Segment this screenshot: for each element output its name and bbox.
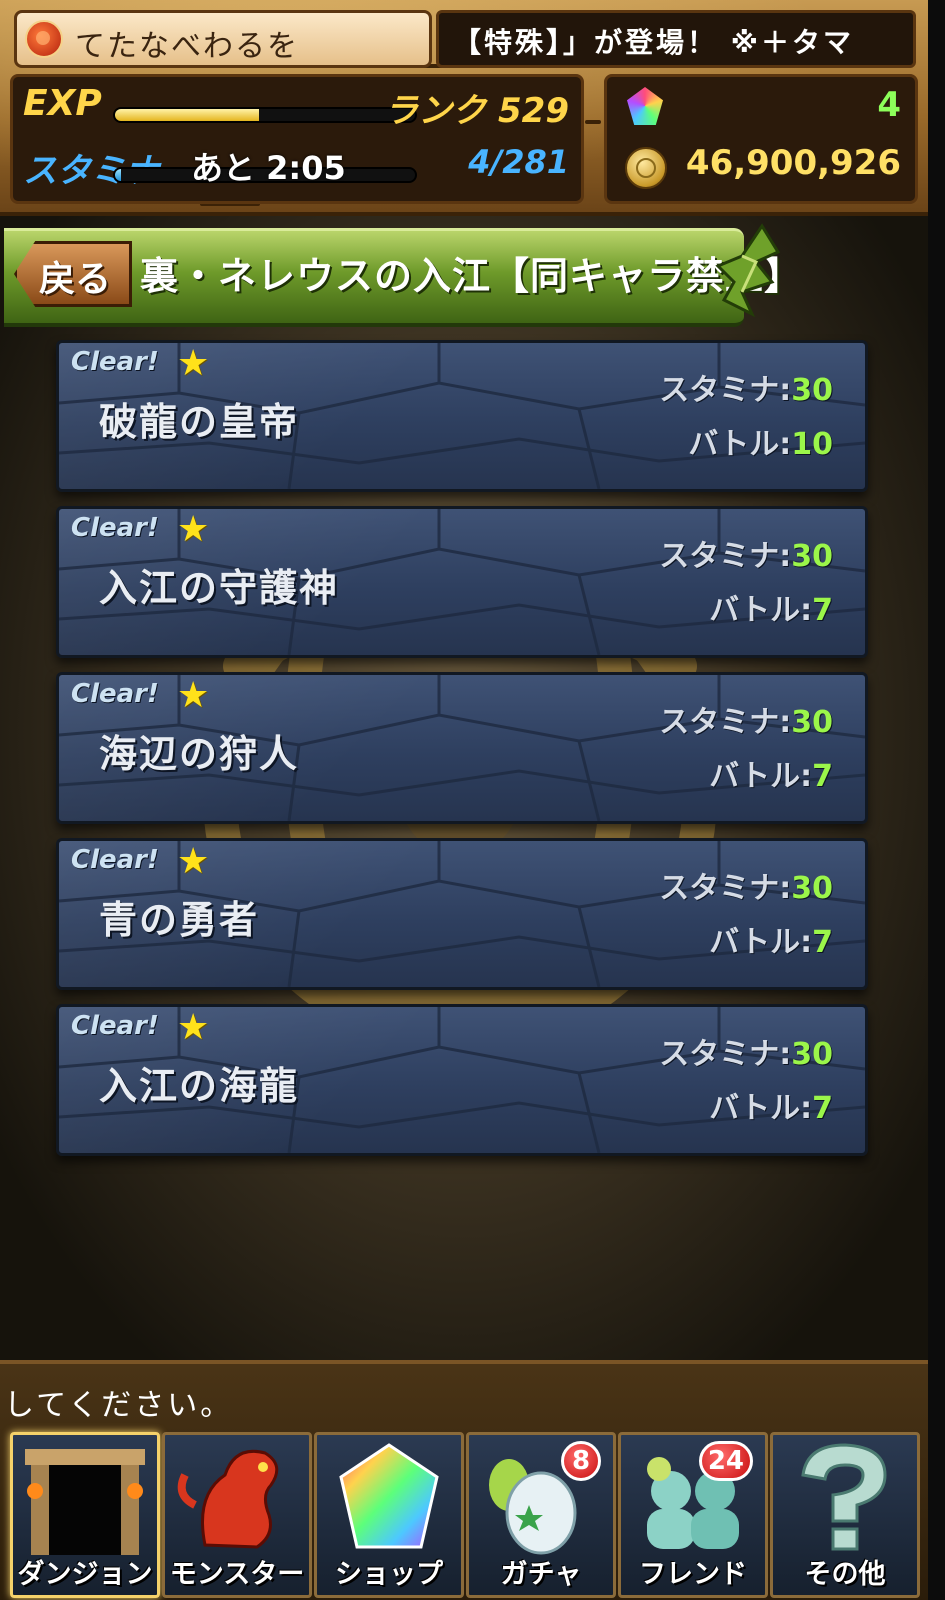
nav-dungeon-button[interactable]: ダンジョン xyxy=(10,1432,160,1598)
player-name-bar[interactable]: てたなべわるを xyxy=(14,10,432,68)
stamina-cost-label: スタミナ: xyxy=(659,539,792,574)
nav-gacha-label: ガチャ xyxy=(500,1559,582,1590)
battle-count-label: バトル: xyxy=(709,925,813,960)
stamina-cost-value: 30 xyxy=(791,373,833,408)
floor-battles: バトル:7 xyxy=(709,751,833,795)
friend-badge: 24 xyxy=(698,1441,753,1481)
frame-crack xyxy=(585,120,601,124)
clear-star-icon: ★ xyxy=(177,841,210,882)
currency-panel: 4 46,900,926 xyxy=(604,74,918,204)
back-button[interactable]: 戻る xyxy=(14,241,132,307)
floor-stamina: スタミナ:30 xyxy=(659,697,833,741)
nav-other-button[interactable]: その他 xyxy=(770,1432,920,1598)
floor-stamina: スタミナ:30 xyxy=(659,1029,833,1073)
battle-count-value: 7 xyxy=(812,759,833,794)
stamina-cost-label: スタミナ: xyxy=(659,1037,792,1072)
nav-other-label: その他 xyxy=(804,1559,886,1590)
stamina-cost-label: スタミナ: xyxy=(659,871,792,906)
floor-battles: バトル:7 xyxy=(709,1083,833,1127)
floor-card[interactable]: Clear! ★ 青の勇者 スタミナ:30 バトル:7 xyxy=(56,838,868,990)
back-button-label: 戻る xyxy=(39,259,112,300)
floor-card[interactable]: Clear! ★ 海辺の狩人 スタミナ:30 バトル:7 xyxy=(56,672,868,824)
stamina-cost-value: 30 xyxy=(791,705,833,740)
gacha-badge: 8 xyxy=(561,1441,601,1481)
battle-count-value: 7 xyxy=(812,1091,833,1126)
rank-label: ランク 529 xyxy=(384,91,569,131)
nav-gacha-button[interactable]: 8 ガチャ xyxy=(466,1432,616,1598)
news-ticker[interactable]: 【特殊】」が登場！ ※＋タマ xyxy=(436,10,916,68)
floor-name: 入江の守護神 xyxy=(99,566,340,610)
floor-stamina: スタミナ:30 xyxy=(659,365,833,409)
floor-card[interactable]: Clear! ★ 入江の守護神 スタミナ:30 バトル:7 xyxy=(56,506,868,658)
coin-icon xyxy=(625,147,667,189)
stamina-cost-label: スタミナ: xyxy=(659,705,792,740)
rainbow-stone-icon xyxy=(339,1443,439,1549)
coin-count: 46,900,926 xyxy=(685,143,901,183)
player-name: てたなべわるを xyxy=(75,29,299,64)
clear-label: Clear! xyxy=(71,845,159,875)
nav-friend-button[interactable]: 24 フレンド xyxy=(618,1432,768,1598)
floor-battles: バトル:10 xyxy=(688,419,833,463)
floor-card[interactable]: Clear! ★ 入江の海龍 スタミナ:30 バトル:7 xyxy=(56,1004,868,1156)
dungeon-title: 裏・ネレウスの入江【同キャラ禁止】 xyxy=(140,254,804,298)
exp-bar xyxy=(113,107,417,123)
battle-count-label: バトル: xyxy=(709,759,813,794)
nav-shop-button[interactable]: ショップ xyxy=(314,1432,464,1598)
clear-label: Clear! xyxy=(71,347,159,377)
magic-stone-icon xyxy=(627,87,663,125)
stamina-cost-value: 30 xyxy=(791,871,833,906)
clear-label: Clear! xyxy=(71,679,159,709)
floor-card[interactable]: Clear! ★ 破龍の皇帝 スタミナ:30 バトル:10 xyxy=(56,340,868,492)
stamina-cost-value: 30 xyxy=(791,1037,833,1072)
game-screen: てたなべわるを 【特殊】」が登場！ ※＋タマ EXP ランク 529 スタミナ … xyxy=(0,0,928,1600)
leader-monster-icon xyxy=(25,20,63,58)
floor-battles: バトル:7 xyxy=(709,585,833,629)
bottom-message: してください。 xyxy=(4,1388,234,1423)
floor-battles: バトル:7 xyxy=(709,917,833,961)
screen-edge xyxy=(928,0,945,1600)
nav-monster-button[interactable]: モンスター xyxy=(162,1432,312,1598)
nav-shop-label: ショップ xyxy=(335,1559,443,1590)
stamina-cost-label: スタミナ: xyxy=(659,373,792,408)
nav-dungeon-label: ダンジョン xyxy=(17,1559,153,1590)
clear-star-icon: ★ xyxy=(177,343,210,384)
red-dragon-icon xyxy=(177,1449,279,1549)
battle-count-label: バトル: xyxy=(709,593,813,628)
clear-label: Clear! xyxy=(71,513,159,543)
status-frame: てたなべわるを 【特殊】」が登場！ ※＋タマ EXP ランク 529 スタミナ … xyxy=(0,0,928,216)
battle-count-label: バトル: xyxy=(709,1091,813,1126)
stamina-value: 4/281 xyxy=(468,143,569,181)
clear-star-icon: ★ xyxy=(177,1007,210,1048)
floor-stamina: スタミナ:30 xyxy=(659,863,833,907)
exp-label: EXP xyxy=(23,83,102,124)
floor-stamina: スタミナ:30 xyxy=(659,531,833,575)
floor-name: 破龍の皇帝 xyxy=(99,400,300,444)
stamina-timer: あと 2:05 xyxy=(191,149,346,187)
nav-monster-label: モンスター xyxy=(169,1559,305,1590)
question-icon xyxy=(801,1443,887,1551)
nav-friend-label: フレンド xyxy=(639,1559,747,1590)
exp-stamina-panel: EXP ランク 529 スタミナ あと 2:05 4/281 xyxy=(10,74,584,204)
clear-star-icon: ★ xyxy=(177,509,210,550)
battle-count-value: 10 xyxy=(791,427,833,462)
ticker-text: 【特殊】」が登場！ ※＋タマ xyxy=(453,26,854,59)
stamina-bar-fill xyxy=(115,169,121,181)
green-dragon-icon xyxy=(715,223,781,318)
clear-star-icon: ★ xyxy=(177,675,210,716)
battle-count-value: 7 xyxy=(812,925,833,960)
clear-label: Clear! xyxy=(71,1011,159,1041)
floor-name: 青の勇者 xyxy=(99,898,260,942)
exp-bar-fill xyxy=(115,109,259,121)
dungeon-gate-icon xyxy=(25,1449,145,1555)
floor-name: 入江の海龍 xyxy=(99,1064,300,1108)
magic-stone-count: 4 xyxy=(877,85,901,125)
battle-count-value: 7 xyxy=(812,593,833,628)
stamina-cost-value: 30 xyxy=(791,539,833,574)
floor-name: 海辺の狩人 xyxy=(99,732,300,776)
battle-count-label: バトル: xyxy=(688,427,792,462)
